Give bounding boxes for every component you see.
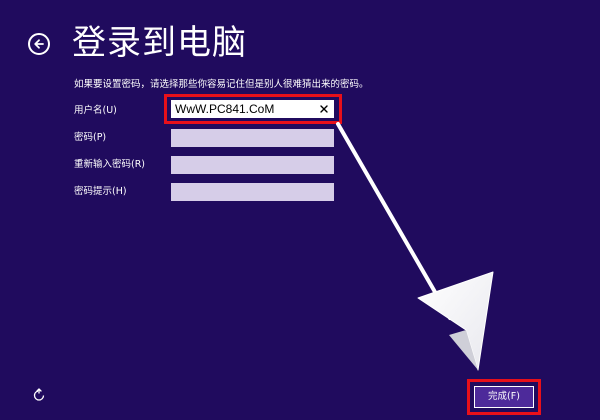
instruction-text: 如果要设置密码，请选择那些你容易记住但是别人很难猜出来的密码。 <box>74 79 369 90</box>
username-value: WwW.PC841.CoM <box>175 102 275 116</box>
password-label: 密码(P) <box>74 132 107 143</box>
reenter-password-label: 重新输入密码(R) <box>74 159 146 170</box>
username-field[interactable]: WwW.PC841.CoM <box>171 100 334 118</box>
finish-button[interactable]: 完成(F) <box>474 386 534 408</box>
close-icon <box>320 105 328 113</box>
page-title: 登录到电脑 <box>72 23 247 63</box>
reenter-password-field[interactable] <box>171 156 334 174</box>
password-hint-label: 密码提示(H) <box>74 186 127 197</box>
back-button[interactable] <box>28 33 50 55</box>
setup-page: 登录到电脑 如果要设置密码，请选择那些你容易记住但是别人很难猜出来的密码。 用户… <box>0 0 600 420</box>
password-hint-field[interactable] <box>171 183 334 201</box>
ease-of-access-icon[interactable] <box>32 388 46 402</box>
clear-username-button[interactable] <box>319 101 329 117</box>
username-label: 用户名(U) <box>74 105 117 116</box>
back-arrow-icon <box>34 39 44 49</box>
password-field[interactable] <box>171 129 334 147</box>
